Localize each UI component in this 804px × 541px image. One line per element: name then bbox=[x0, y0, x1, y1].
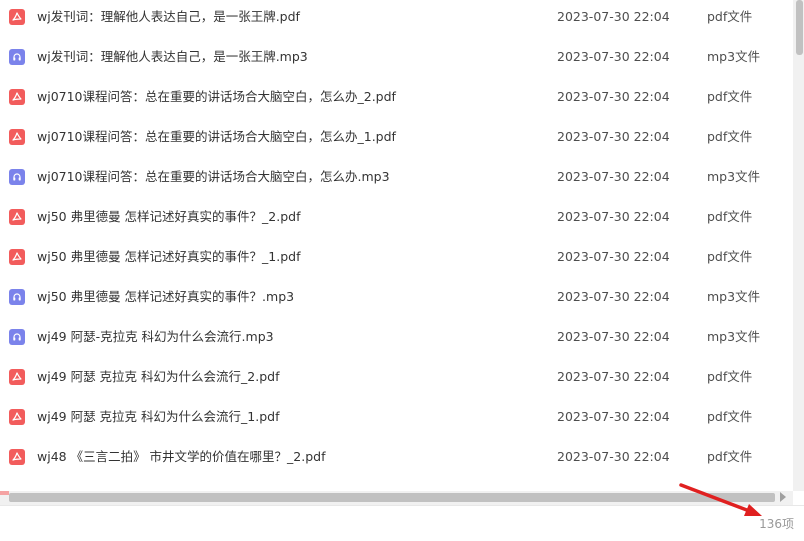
pdf-icon bbox=[9, 409, 25, 425]
file-type: pdf文件 bbox=[707, 409, 753, 424]
file-name[interactable]: wj50 弗里德曼 怎样记述好真实的事件？_1.pdf bbox=[37, 250, 301, 264]
audio-icon bbox=[9, 49, 25, 65]
file-row[interactable]: wj0710课程问答：总在重要的讲话场合大脑空白，怎么办.mp3 2023-07-… bbox=[0, 157, 793, 197]
file-row[interactable]: wj48 《三言二拍》 市井文学的价值在哪里？_2.pdf 2023-07-30 … bbox=[0, 437, 793, 477]
pdf-icon bbox=[9, 449, 25, 465]
status-bar bbox=[0, 505, 804, 541]
file-name[interactable]: wj0710课程问答：总在重要的讲话场合大脑空白，怎么办_2.pdf bbox=[37, 90, 396, 104]
pdf-icon bbox=[9, 129, 25, 145]
file-modified-date: 2023-07-30 22:04 bbox=[557, 89, 670, 104]
file-modified-date: 2023-07-30 22:04 bbox=[557, 289, 670, 304]
audio-icon bbox=[9, 169, 25, 185]
file-name[interactable]: wj发刊词：理解他人表达自己，是一张王牌.mp3 bbox=[37, 50, 308, 64]
partial-row-icon bbox=[0, 491, 9, 495]
file-name[interactable]: wj50 弗里德曼 怎样记述好真实的事件？_2.pdf bbox=[37, 210, 301, 224]
file-row[interactable]: wj49 阿瑟 克拉克 科幻为什么会流行_1.pdf 2023-07-30 22:… bbox=[0, 397, 793, 437]
vertical-scrollbar[interactable] bbox=[793, 0, 804, 491]
pdf-icon bbox=[9, 89, 25, 105]
file-modified-date: 2023-07-30 22:04 bbox=[557, 369, 670, 384]
horizontal-scrollbar-thumb[interactable] bbox=[9, 493, 775, 502]
file-modified-date: 2023-07-30 22:04 bbox=[557, 409, 670, 424]
file-name[interactable]: wj49 阿瑟 克拉克 科幻为什么会流行_2.pdf bbox=[37, 370, 279, 384]
file-row[interactable]: wj49 阿瑟-克拉克 科幻为什么会流行.mp3 2023-07-30 22:04… bbox=[0, 317, 793, 357]
file-modified-date: 2023-07-30 22:04 bbox=[557, 449, 670, 464]
file-type: pdf文件 bbox=[707, 9, 753, 24]
pdf-icon bbox=[9, 369, 25, 385]
file-row[interactable]: wj50 弗里德曼 怎样记述好真实的事件？_1.pdf 2023-07-30 22… bbox=[0, 237, 793, 277]
file-name[interactable]: wj49 阿瑟-克拉克 科幻为什么会流行.mp3 bbox=[37, 330, 274, 344]
file-type: pdf文件 bbox=[707, 449, 753, 464]
file-row[interactable]: wj49 阿瑟 克拉克 科幻为什么会流行_2.pdf 2023-07-30 22:… bbox=[0, 357, 793, 397]
file-name[interactable]: wj发刊词：理解他人表达自己，是一张王牌.pdf bbox=[37, 10, 300, 24]
file-modified-date: 2023-07-30 22:04 bbox=[557, 129, 670, 144]
file-type: mp3文件 bbox=[707, 289, 761, 304]
file-row[interactable]: wj50 弗里德曼 怎样记述好真实的事件？.mp3 2023-07-30 22:0… bbox=[0, 277, 793, 317]
file-type: pdf文件 bbox=[707, 249, 753, 264]
file-type: pdf文件 bbox=[707, 89, 753, 104]
pdf-icon bbox=[9, 249, 25, 265]
file-type: pdf文件 bbox=[707, 209, 753, 224]
file-name[interactable]: wj49 阿瑟 克拉克 科幻为什么会流行_1.pdf bbox=[37, 410, 279, 424]
file-type: mp3文件 bbox=[707, 49, 761, 64]
scroll-right-arrow-icon[interactable] bbox=[780, 492, 786, 502]
file-modified-date: 2023-07-30 22:04 bbox=[557, 329, 670, 344]
file-name[interactable]: wj48 《三言二拍》 市井文学的价值在哪里？_2.pdf bbox=[37, 450, 326, 464]
file-name[interactable]: wj50 弗里德曼 怎样记述好真实的事件？.mp3 bbox=[37, 290, 294, 304]
item-count: 136项 bbox=[759, 517, 794, 531]
file-type: mp3文件 bbox=[707, 169, 761, 184]
file-modified-date: 2023-07-30 22:04 bbox=[557, 249, 670, 264]
file-type: pdf文件 bbox=[707, 369, 753, 384]
file-type: mp3文件 bbox=[707, 329, 761, 344]
file-row[interactable]: wj0710课程问答：总在重要的讲话场合大脑空白，怎么办_1.pdf 2023-0… bbox=[0, 117, 793, 157]
pdf-icon bbox=[9, 9, 25, 25]
file-modified-date: 2023-07-30 22:04 bbox=[557, 209, 670, 224]
pdf-icon bbox=[9, 209, 25, 225]
file-list: wj发刊词：理解他人表达自己，是一张王牌.pdf 2023-07-30 22:04… bbox=[0, 0, 793, 491]
file-modified-date: 2023-07-30 22:04 bbox=[557, 49, 670, 64]
file-row[interactable]: wj0710课程问答：总在重要的讲话场合大脑空白，怎么办_2.pdf 2023-0… bbox=[0, 77, 793, 117]
file-type: pdf文件 bbox=[707, 129, 753, 144]
audio-icon bbox=[9, 329, 25, 345]
file-row[interactable]: wj50 弗里德曼 怎样记述好真实的事件？_2.pdf 2023-07-30 22… bbox=[0, 197, 793, 237]
file-row[interactable]: wj发刊词：理解他人表达自己，是一张王牌.mp3 2023-07-30 22:04… bbox=[0, 37, 793, 77]
vertical-scrollbar-thumb[interactable] bbox=[796, 0, 803, 55]
file-name[interactable]: wj0710课程问答：总在重要的讲话场合大脑空白，怎么办_1.pdf bbox=[37, 130, 396, 144]
file-row[interactable]: wj发刊词：理解他人表达自己，是一张王牌.pdf 2023-07-30 22:04… bbox=[0, 0, 793, 37]
file-modified-date: 2023-07-30 22:04 bbox=[557, 169, 670, 184]
file-name[interactable]: wj0710课程问答：总在重要的讲话场合大脑空白，怎么办.mp3 bbox=[37, 170, 390, 184]
audio-icon bbox=[9, 289, 25, 305]
file-modified-date: 2023-07-30 22:04 bbox=[557, 9, 670, 24]
